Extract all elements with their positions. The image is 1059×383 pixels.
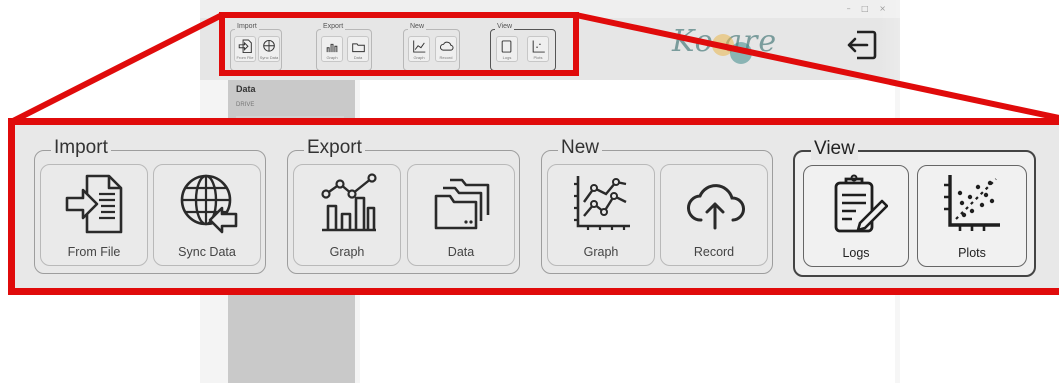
group-label-new: New — [558, 137, 603, 159]
ribbon-group-import: Import From File Sync Data — [34, 137, 266, 274]
sync-data-button[interactable]: Sync Data — [153, 164, 261, 266]
import-file-icon — [65, 174, 123, 234]
export-data-label: Data — [447, 245, 475, 259]
clipboard-pencil-icon — [834, 174, 888, 233]
new-graph-label: Graph — [583, 245, 619, 259]
export-data-folders-icon — [434, 178, 490, 230]
plots-label: Plots — [958, 246, 986, 260]
record-button[interactable]: Record — [660, 164, 768, 266]
export-graph-button[interactable]: Graph — [293, 164, 401, 266]
logs-button[interactable]: Logs — [803, 165, 909, 267]
sidebar-title: Data — [236, 84, 256, 94]
export-graph-label: Graph — [329, 245, 365, 259]
callout-line-left — [9, 12, 224, 125]
new-graph-icon — [574, 176, 630, 230]
ribbon-group-view: View Logs Plots — [793, 138, 1036, 277]
plots-button[interactable]: Plots — [917, 165, 1027, 267]
group-label-view: View — [811, 138, 858, 160]
record-label: Record — [693, 245, 735, 259]
from-file-label: From File — [67, 245, 121, 259]
group-label-export: Export — [304, 137, 365, 159]
from-file-button[interactable]: From File — [40, 164, 148, 266]
sidebar-field-label: DRIVE — [236, 102, 255, 108]
ribbon-group-new: New Graph Record — [541, 137, 773, 274]
new-graph-button[interactable]: Graph — [547, 164, 655, 266]
logout-icon[interactable] — [845, 28, 879, 62]
highlight-frame-small — [219, 12, 579, 76]
app-logo: Ko are — [672, 24, 822, 66]
sync-data-globe-icon — [180, 174, 238, 234]
ribbon-group-export: Export Graph Data — [287, 137, 520, 274]
export-data-button[interactable]: Data — [407, 164, 515, 266]
scatter-plot-icon — [944, 175, 1000, 231]
logo-mark — [730, 42, 752, 64]
group-label-import: Import — [51, 137, 111, 159]
export-graph-icon — [321, 173, 377, 232]
cloud-upload-icon — [687, 184, 745, 230]
sync-data-label: Sync Data — [178, 245, 236, 259]
logs-label: Logs — [842, 246, 870, 260]
